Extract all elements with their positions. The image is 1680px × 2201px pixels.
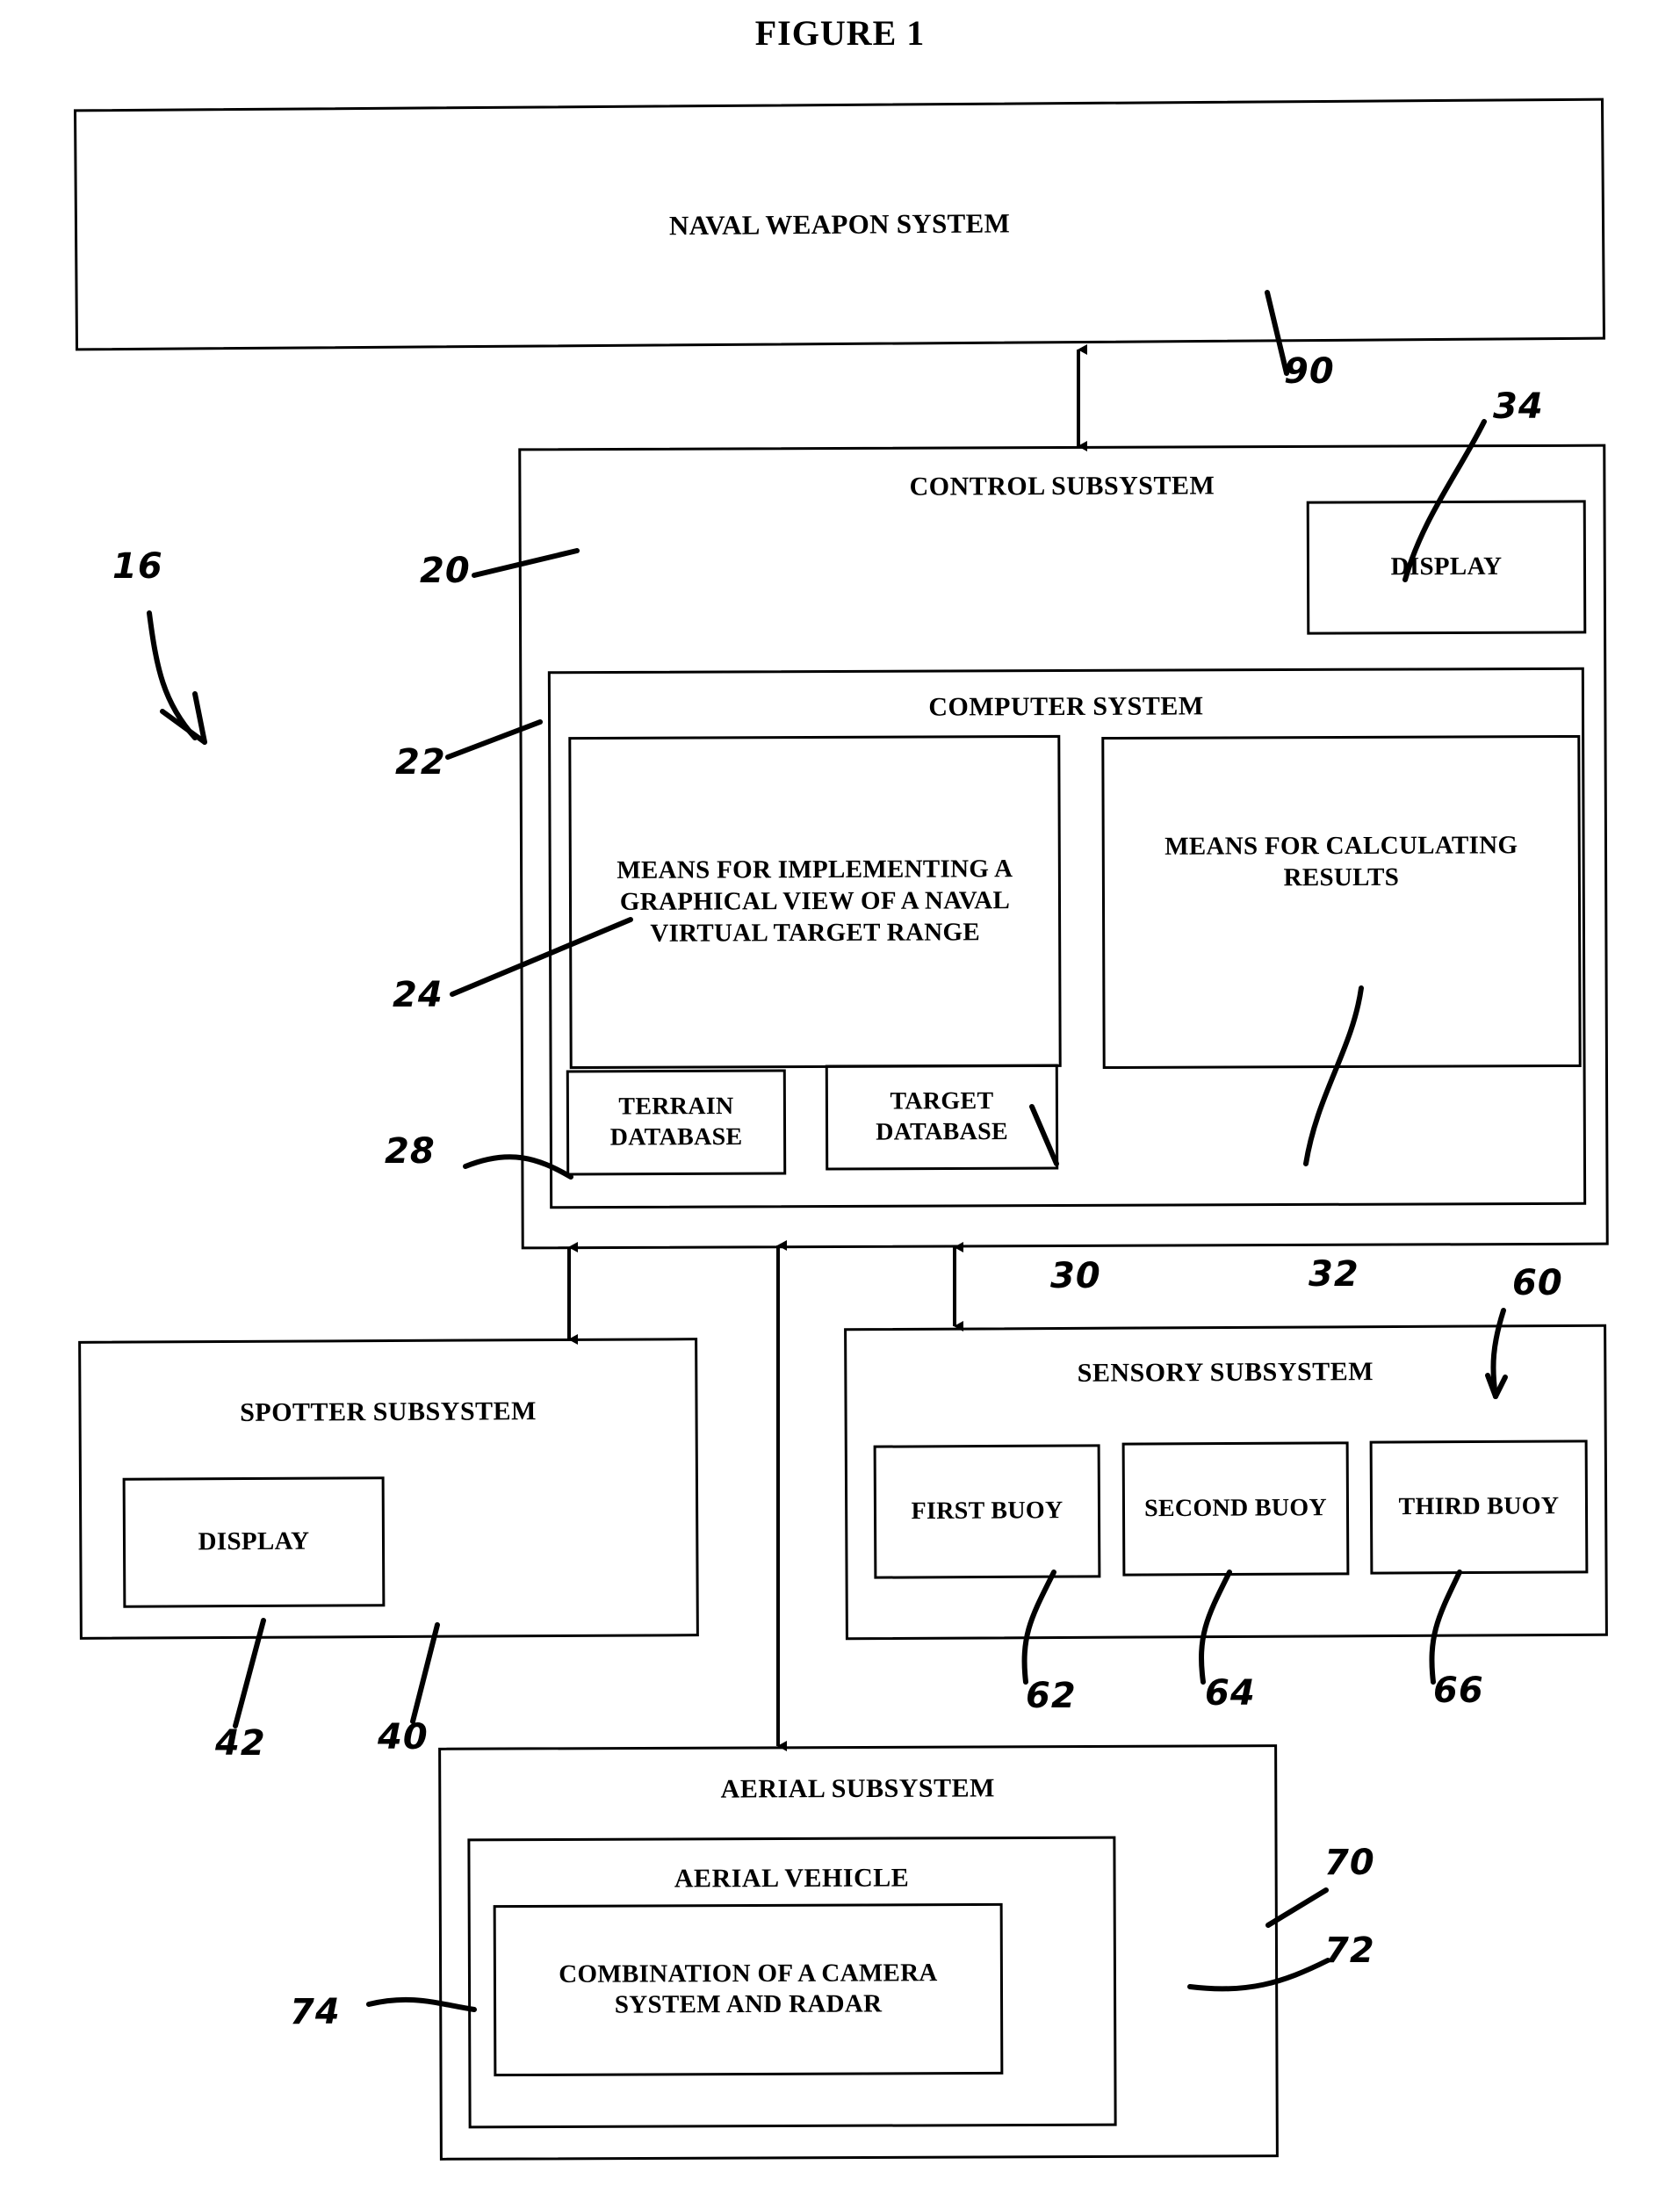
target-database-label: TARGET DATABASE — [876, 1087, 1008, 1146]
control-display-box: DISPLAY — [1306, 500, 1587, 635]
control-display-label: DISPLAY — [1390, 552, 1503, 581]
spotter-display-label: DISPLAY — [198, 1526, 310, 1556]
means-graphical-view-box: MEANS FOR IMPLEMENTING A GRAPHICAL VIEW … — [568, 734, 1062, 1070]
computer-system-label: COMPUTER SYSTEM — [928, 691, 1204, 722]
ref-20: 20 — [420, 551, 471, 591]
ref-62: 62 — [1026, 1676, 1077, 1716]
control-subsystem-label: CONTROL SUBSYSTEM — [909, 471, 1215, 502]
ref-60: 60 — [1512, 1263, 1563, 1303]
naval-weapon-system-label: NAVAL WEAPON SYSTEM — [668, 206, 1011, 241]
spotter-display-box: DISPLAY — [122, 1476, 386, 1608]
patent-figure-page: FIGURE 1 NAVAL WEAPON SYSTEM 90 16 CONTR… — [0, 0, 1680, 2201]
second-buoy-label: SECOND BUOY — [1143, 1494, 1328, 1523]
ref-40: 40 — [378, 1717, 429, 1757]
aerial-subsystem-label: AERIAL SUBSYSTEM — [720, 1773, 995, 1804]
ref-32: 32 — [1309, 1254, 1359, 1295]
third-buoy-box: THIRD BUOY — [1369, 1440, 1589, 1575]
spotter-subsystem-label: SPOTTER SUBSYSTEM — [240, 1396, 537, 1427]
means-calculating-results-box: MEANS FOR CALCULATING RESULTS — [1101, 734, 1582, 1070]
ref-28: 28 — [385, 1131, 436, 1172]
naval-weapon-system-box: NAVAL WEAPON SYSTEM — [74, 97, 1605, 351]
sensory-subsystem-label: SENSORY SUBSYSTEM — [1077, 1357, 1374, 1388]
ref-74: 74 — [290, 1992, 341, 2032]
ref-22: 22 — [395, 742, 446, 783]
target-database-box: TARGET DATABASE — [825, 1064, 1059, 1171]
ref-90: 90 — [1284, 351, 1335, 392]
camera-radar-box: COMBINATION OF A CAMERA SYSTEM AND RADAR — [493, 1902, 1004, 2077]
aerial-vehicle-label: AERIAL VEHICLE — [674, 1863, 910, 1894]
ref-70: 70 — [1324, 1843, 1375, 1883]
means-calculating-results-label: MEANS FOR CALCULATING RESULTS — [1164, 831, 1518, 892]
ref-34: 34 — [1493, 386, 1544, 427]
ref-64: 64 — [1205, 1673, 1256, 1714]
means-graphical-view-label: MEANS FOR IMPLEMENTING A GRAPHICAL VIEW … — [616, 855, 1013, 948]
ref-66: 66 — [1433, 1671, 1484, 1711]
first-buoy-label: FIRST BUOY — [911, 1497, 1064, 1526]
ref-24: 24 — [393, 975, 443, 1015]
second-buoy-box: SECOND BUOY — [1121, 1441, 1350, 1577]
figure-title: FIGURE 1 — [754, 13, 926, 53]
ref-30: 30 — [1050, 1256, 1101, 1296]
ref-72: 72 — [1324, 1930, 1375, 1971]
ref-42: 42 — [215, 1723, 266, 1764]
camera-radar-label: COMBINATION OF A CAMERA SYSTEM AND RADAR — [559, 1958, 938, 2020]
ref-16: 16 — [112, 546, 163, 587]
third-buoy-label: THIRD BUOY — [1398, 1492, 1560, 1521]
terrain-database-box: TERRAIN DATABASE — [566, 1069, 787, 1176]
terrain-database-label: TERRAIN DATABASE — [609, 1093, 743, 1151]
first-buoy-box: FIRST BUOY — [873, 1444, 1101, 1579]
